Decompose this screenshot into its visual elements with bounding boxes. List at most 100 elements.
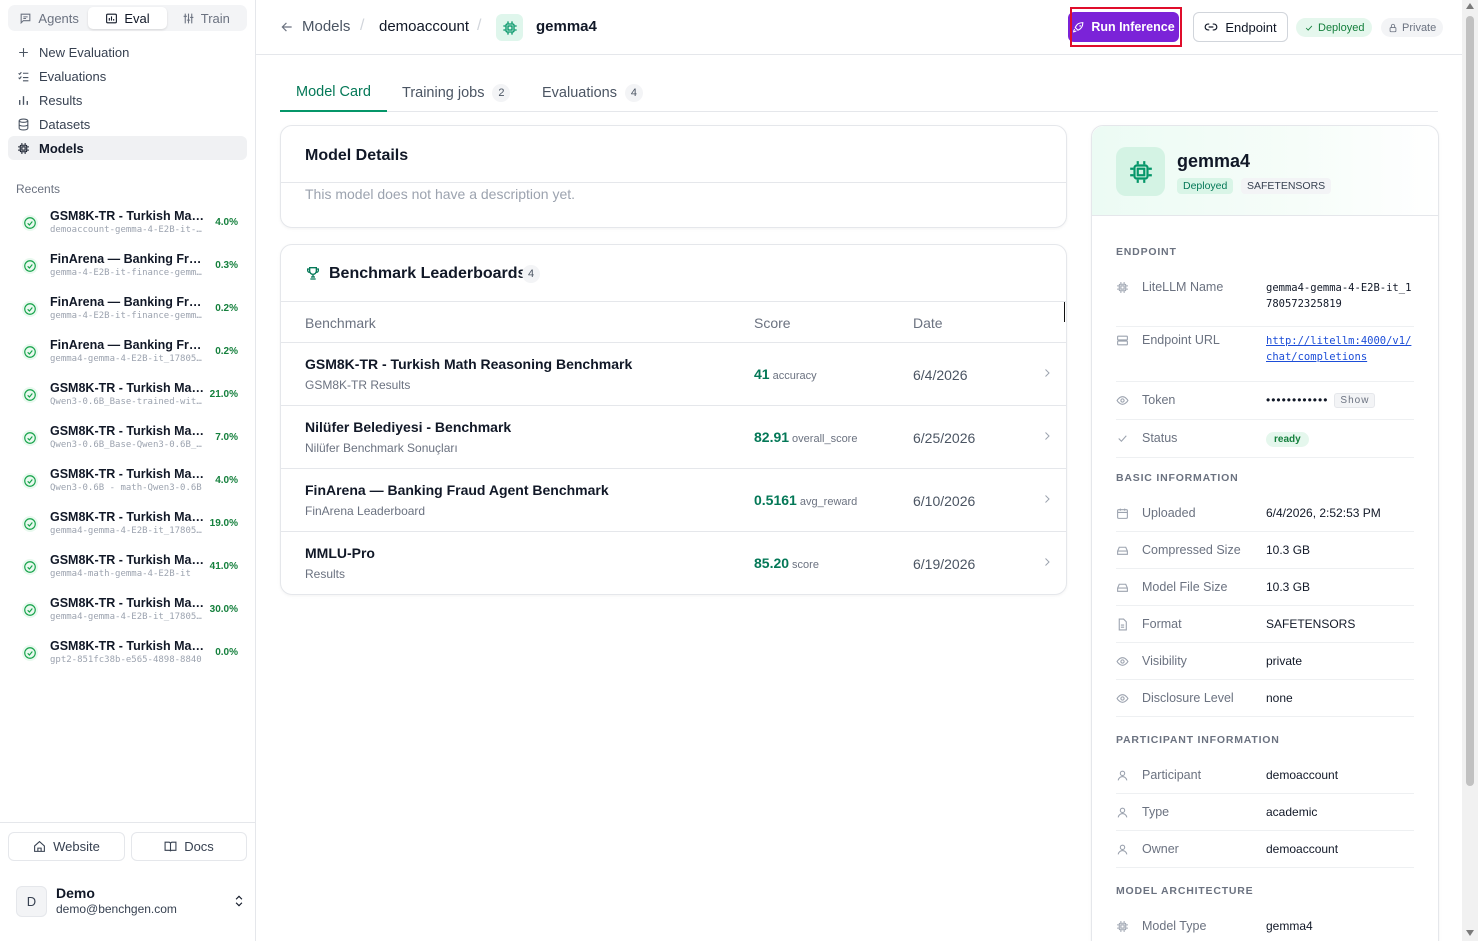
check-icon	[1304, 23, 1314, 33]
check-circle-icon	[22, 472, 38, 489]
benchmark-subtitle: FinArena Leaderboard	[305, 504, 426, 518]
scroll-thumb[interactable]	[1466, 16, 1474, 786]
benchmark-date: 6/19/2026	[913, 556, 976, 572]
check-circle-icon	[22, 300, 38, 317]
plus-icon	[19, 47, 28, 57]
recent-model: gemma4-gemma-4-E2B-it_1780572325819	[50, 353, 206, 364]
endpoint-url-link[interactable]: http://litellm:4000/v1/chat/completions	[1266, 333, 1414, 365]
sidebar-item-results[interactable]: Results	[8, 88, 247, 112]
score-metric: score	[792, 559, 819, 571]
recent-item[interactable]: FinArena — Banking Fraud Agent Benchmark…	[8, 330, 247, 373]
user-email: demo@benchgen.com	[56, 902, 177, 916]
sidebar-item-label: Datasets	[39, 116, 91, 132]
chevron-right-icon	[1041, 367, 1053, 379]
model-info-panel: gemma4 Deployed SAFETENSORS ENDPOINT Lite…	[1091, 125, 1439, 941]
calendar-icon	[1116, 507, 1129, 520]
docs-button[interactable]: Docs	[131, 832, 247, 861]
drive-icon	[1116, 581, 1129, 594]
recent-title: GSM8K-TR - Turkish Math Reasoning Benchm…	[50, 208, 206, 223]
recent-item[interactable]: GSM8K-TR - Turkish Math Reasoning Benchm…	[8, 588, 247, 631]
recent-title: GSM8K-TR - Turkish Math Reasoning Benchm…	[50, 380, 206, 395]
check-circle-icon	[22, 386, 38, 403]
benchmark-subtitle: Results	[305, 567, 346, 581]
info-row: Status ready	[1116, 420, 1414, 458]
check-circle-icon	[22, 644, 38, 661]
top-bar: Models / demoaccount / gemma4 Run Infere…	[256, 0, 1462, 55]
tab-training-jobs[interactable]: Training jobs 2	[402, 74, 511, 112]
chart-icon	[106, 13, 118, 23]
recent-title: GSM8K-TR - Turkish Math Reasoning Benchm…	[50, 466, 206, 481]
info-value: demoaccount	[1266, 842, 1339, 856]
sidebar-item-new-evaluation[interactable]: New Evaluation	[8, 40, 247, 64]
tab-bar: Model Card Training jobs 2 Evaluations 4	[280, 74, 1438, 112]
mode-tab-agents[interactable]: Agents	[10, 7, 88, 29]
info-value: 10.3 GB	[1266, 543, 1311, 557]
mode-tab-eval[interactable]: Eval	[88, 7, 167, 29]
recent-model: Qwen3-0.6B_Base-trained-with-grpo	[50, 396, 206, 407]
info-value: academic	[1266, 805, 1318, 819]
sidebar-item-evaluations[interactable]: Evaluations	[8, 64, 247, 88]
info-key: Visibility	[1142, 654, 1187, 668]
recent-score: 0.0%	[215, 647, 238, 658]
trophy-icon	[307, 267, 319, 280]
token-mask: ••••••••••••	[1266, 393, 1329, 407]
model-chip-icon	[496, 14, 523, 41]
leaderboard-table-header: Benchmark Score Date	[281, 301, 1067, 343]
benchmark-date: 6/4/2026	[913, 367, 968, 383]
tab-label: Training jobs	[402, 85, 485, 101]
leaderboard-row[interactable]: MMLU-Pro Results 85.20 score 6/19/2026	[281, 532, 1067, 595]
info-row: Token •••••••••••• Show	[1116, 382, 1414, 420]
recent-model: Qwen3-0.6B - math-Qwen3-0.6B	[50, 482, 202, 493]
leaderboard-row[interactable]: GSM8K-TR - Turkish Math Reasoning Benchm…	[281, 343, 1067, 406]
bar-chart-icon	[19, 95, 28, 105]
sidebar-item-models[interactable]: Models	[8, 136, 247, 160]
recent-item[interactable]: GSM8K-TR - Turkish Math Reasoning Benchm…	[8, 631, 247, 674]
recent-item[interactable]: GSM8K-TR - Turkish Math Reasoning Benchm…	[8, 502, 247, 545]
breadcrumb-separator: /	[477, 17, 482, 34]
show-token-button[interactable]: Show	[1334, 393, 1376, 409]
recent-score: 41.0%	[209, 561, 238, 572]
check-circle-icon	[22, 558, 38, 575]
recent-model: gemma4-gemma-4-E2B-it_1780572325819	[50, 611, 206, 622]
sidebar-item-datasets[interactable]: Datasets	[8, 112, 247, 136]
scroll-down-arrow[interactable]	[1466, 930, 1474, 936]
info-value: 10.3 GB	[1266, 580, 1311, 594]
deployed-label: Deployed	[1318, 21, 1365, 34]
recent-item[interactable]: FinArena — Banking Fraud Agent Benchmark…	[8, 287, 247, 330]
section-heading: MODEL ARCHITECTURE	[1116, 885, 1254, 897]
mode-tab-train[interactable]: Train	[167, 7, 245, 29]
recent-model: gemma4-math-gemma-4-E2B-it	[50, 568, 191, 579]
user-menu[interactable]: D Demo demo@benchgen.com	[16, 884, 246, 918]
recent-item[interactable]: GSM8K-TR - Turkish Math Reasoning Benchm…	[8, 459, 247, 502]
leaderboard-row[interactable]: FinArena — Banking Fraud Agent Benchmark…	[281, 469, 1067, 532]
tab-evaluations[interactable]: Evaluations 4	[542, 74, 643, 112]
section-heading: BASIC INFORMATION	[1116, 472, 1239, 484]
website-button[interactable]: Website	[8, 832, 125, 861]
recent-item[interactable]: GSM8K-TR - Turkish Math Reasoning Benchm…	[8, 416, 247, 459]
recent-item[interactable]: GSM8K-TR - Turkish Math Reasoning Benchm…	[8, 373, 247, 416]
info-value: private	[1266, 654, 1303, 668]
recent-item[interactable]: GSM8K-TR - Turkish Math Reasoning Benchm…	[8, 545, 247, 588]
endpoint-button[interactable]: Endpoint	[1193, 12, 1288, 42]
recent-item[interactable]: FinArena — Banking Fraud Agent Benchmark…	[8, 244, 247, 287]
tab-model-card[interactable]: Model Card	[280, 74, 387, 112]
recent-item[interactable]: GSM8K-TR - Turkish Math Reasoning Benchm…	[8, 201, 247, 244]
run-inference-button[interactable]: Run Inference	[1068, 12, 1179, 42]
scroll-up-arrow[interactable]	[1466, 3, 1474, 9]
user-icon	[1116, 769, 1129, 782]
home-icon	[34, 840, 46, 852]
recent-score: 0.2%	[215, 346, 238, 357]
page-scrollbar[interactable]	[1462, 0, 1478, 941]
recent-text: GSM8K-TR - Turkish Math Reasoning Benchm…	[50, 639, 206, 667]
breadcrumb-models[interactable]: Models	[280, 18, 350, 35]
status-value: ready	[1266, 431, 1309, 447]
recent-text: GSM8K-TR - Turkish Math Reasoning Benchm…	[50, 467, 206, 495]
private-label: Private	[1402, 21, 1437, 34]
recent-model: Qwen3-0.6B_Base-Qwen3-0.6B_Base	[50, 439, 206, 450]
breadcrumb-account[interactable]: demoaccount	[379, 18, 469, 35]
drive-icon	[1116, 544, 1129, 557]
info-row: Disclosure Level none	[1116, 680, 1414, 717]
leaderboard-row[interactable]: Nilüfer Belediyesi - Benchmark Nilüfer Be…	[281, 406, 1067, 469]
info-row: Participant demoaccount	[1116, 757, 1414, 794]
user-info: Demo demo@benchgen.com	[56, 885, 177, 917]
